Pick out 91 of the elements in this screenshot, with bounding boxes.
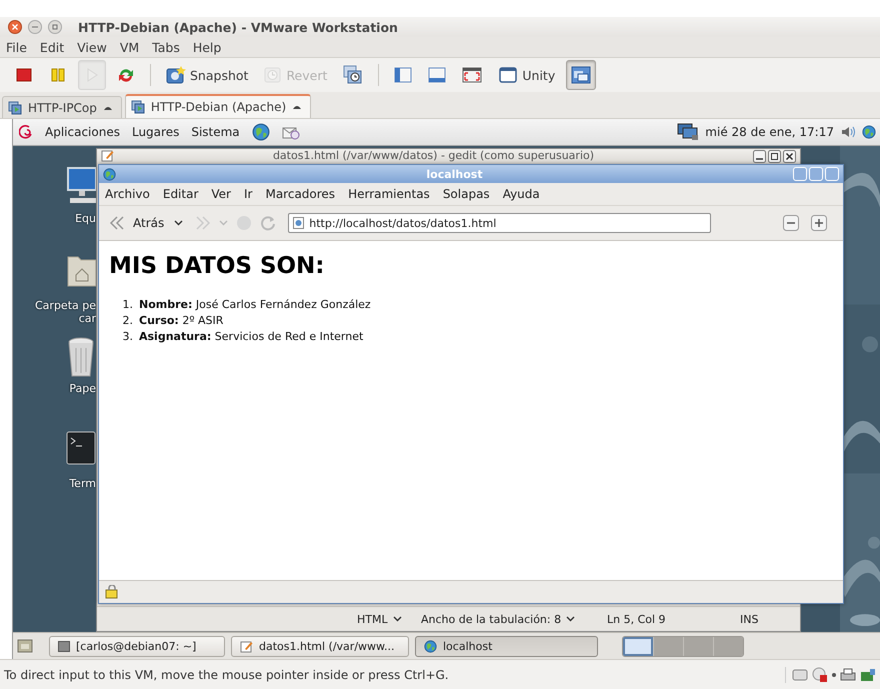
minus-button[interactable] [783,215,799,231]
window-title: localhost [425,168,484,180]
menu-item[interactable]: View [77,40,107,54]
clock-icon [264,66,282,84]
network-card-icon[interactable] [860,668,876,682]
pencil-note-icon [240,640,253,652]
window-title: datos1.html (/var/www/datos) - gedit (como superusuario) [272,149,596,163]
list-number: 2. [122,313,134,329]
show-desktop-icon[interactable] [17,638,33,654]
fullscreen-icon [462,67,482,83]
cd-icon[interactable] [812,666,828,682]
address-field[interactable]: http://localhost/datos/datos1.html [288,213,712,233]
window-title: HTTP-Debian (Apache) - VMware Workstation [78,20,398,34]
lock-icon [105,585,119,599]
panel-icon [428,67,446,83]
trash-icon[interactable] [66,336,96,378]
network-icon[interactable] [677,123,700,141]
status-message: To direct input to this VM, move the mouse pointer inside or press Ctrl+G. [4,668,450,682]
insert-mode: INS [740,612,758,626]
cursor-position: Ln 5, Col 9 [607,612,667,626]
vm-tab[interactable]: HTTP-Debian (Apache) [124,94,312,118]
vm-tab[interactable]: HTTP-IPCop [2,96,122,118]
speaker-icon[interactable] [840,125,856,139]
desktop-icon-label[interactable]: Pape [69,382,96,395]
minimize-button[interactable] [753,150,766,163]
stop-icon [16,67,32,83]
clock[interactable]: mié 28 de ene, 17:17 [705,125,834,139]
desktop-icon-label[interactable]: Equ [75,212,96,225]
stacked-clock-icon [343,65,364,85]
globe-icon [252,123,270,141]
windows-icon [571,66,592,84]
chevron-icon [566,616,576,622]
menu-item[interactable]: Herramientas [348,187,430,201]
panel-menu[interactable]: Aplicaciones [45,125,120,139]
desktop-icon-label[interactable]: Term [69,477,96,490]
list-item: Nombre: José Carlos Fernández González [139,297,371,313]
close-button[interactable] [783,150,796,163]
close-button[interactable] [8,20,22,34]
pause-icon [50,67,66,83]
back-button[interactable]: Atrás [107,214,166,232]
desktop-icon-label[interactable]: car [78,312,96,325]
globe-icon [424,640,437,652]
panel-menu[interactable]: Lugares [132,125,180,139]
window-icon [498,66,518,84]
dot-icon [832,672,836,676]
menu-item[interactable]: Edit [40,40,64,54]
list-item: Asignatura: Servicios de Red e Internet [139,329,364,345]
workspace-button[interactable] [623,636,653,656]
page-heading: MIS DATOS SON: [109,253,326,279]
menu-item[interactable]: Tabs [152,40,180,54]
menu-item[interactable]: Editar [162,187,198,201]
maximize-button[interactable] [768,150,781,163]
menu-item[interactable]: File [6,40,27,54]
menu-item[interactable]: Ir [244,187,252,201]
taskbar-button[interactable]: datos1.html (/var/www... [231,636,409,656]
tab-width-dropdown[interactable]: Ancho de la tabulación: 8 [421,612,607,626]
panel-menu[interactable]: Sistema [191,125,240,139]
console-view-button[interactable] [566,60,596,90]
camera-icon [166,66,186,84]
terminal-icon[interactable] [66,431,96,467]
plus-button[interactable] [811,215,827,231]
list-item: Curso: 2º ASIR [139,313,224,329]
chevron-icon [392,616,402,622]
sidebar-icon [394,67,412,83]
globe-icon [862,125,876,139]
refresh-icon [117,67,135,83]
menu-item[interactable]: Solapas [442,187,490,201]
menu-item[interactable]: Ayuda [502,187,540,201]
list-number: 1. [122,297,134,313]
menu-item[interactable]: VM [120,40,140,54]
browser-logo-icon [103,168,116,180]
chevron-icon [174,220,184,226]
page-icon [293,217,304,229]
snapshot-button[interactable]: Snapshot [161,60,254,90]
printer-icon[interactable] [840,668,856,682]
vm-icon [130,100,145,114]
vm-icon [8,100,22,114]
unity-button[interactable]: Unity [493,60,560,90]
menu-item[interactable]: Ver [211,187,231,201]
pin-icon [292,103,302,111]
taskbar-button[interactable]: localhost [415,636,598,656]
menu-item[interactable]: Archivo [105,187,150,201]
taskbar-button[interactable]: [carlos@debian07: ~] [49,636,225,656]
language-dropdown[interactable]: HTML [357,612,421,626]
computer-icon[interactable] [66,166,96,206]
swirl-logo-icon[interactable] [19,124,33,140]
list-number: 3. [122,329,134,345]
menu-item[interactable]: Help [192,40,222,54]
menu-item[interactable]: Marcadores [265,187,336,201]
desktop-icon-label[interactable]: Carpeta pe [35,299,96,312]
terminal-icon [58,640,70,652]
